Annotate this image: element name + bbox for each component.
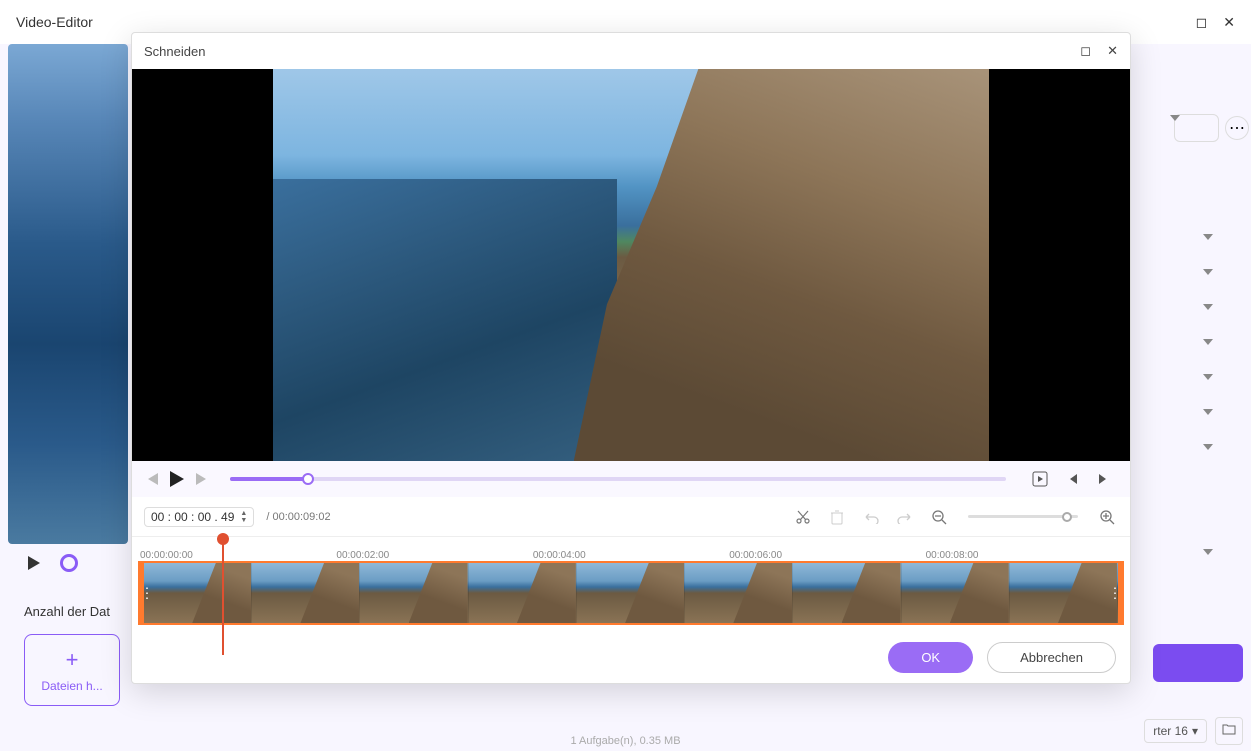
bottom-toolbar: rter 16▾ (1144, 717, 1243, 745)
clip-thumbnail (469, 563, 577, 623)
format-dropdown[interactable]: rter 16▾ (1144, 719, 1207, 743)
chevron-down-icon[interactable] (1203, 304, 1213, 310)
status-bar: 1 Aufgabe(n), 0.35 MB (570, 735, 680, 747)
primary-action-button[interactable] (1153, 644, 1243, 682)
redo-icon (894, 506, 916, 528)
dialog-maximize-icon[interactable]: ◻ (1080, 43, 1091, 59)
plus-icon: + (66, 647, 79, 673)
sidebar-controls (28, 554, 78, 572)
maximize-icon[interactable]: ◻ (1196, 14, 1208, 31)
dialog-footer: OK Abbrechen (132, 631, 1130, 683)
current-time-input[interactable]: 00 : 00 : 00 . 49 ▲▼ (144, 507, 254, 527)
cut-dialog: Schneiden ◻ ✕ 00 : 00 : 00 . 49 ▲▼ / 00:… (131, 32, 1131, 684)
dialog-header: Schneiden ◻ ✕ (132, 33, 1130, 69)
zoom-in-icon[interactable] (1096, 506, 1118, 528)
time-stepper[interactable]: ▲▼ (240, 510, 247, 524)
file-count-label: Anzahl der Dat (24, 604, 110, 619)
chevron-down-icon[interactable] (1203, 409, 1213, 415)
progress-thumb[interactable] (302, 473, 314, 485)
video-preview[interactable] (132, 69, 1130, 461)
total-time-label: / 00:00:09:02 (266, 511, 330, 523)
clip-thumbnail (144, 563, 252, 623)
chevron-down-icon[interactable] (1203, 269, 1213, 275)
zoom-slider[interactable] (968, 515, 1078, 518)
clip-thumbnail (902, 563, 1010, 623)
chevron-down-icon[interactable] (1203, 549, 1213, 555)
dialog-title: Schneiden (144, 44, 205, 59)
clip-thumbnail (360, 563, 468, 623)
video-frame (273, 69, 989, 461)
timeline-area: 00:00:00:00 00:00:02:00 00:00:04:00 00:0… (132, 537, 1130, 631)
clip-thumbnail (685, 563, 793, 623)
cut-icon[interactable] (792, 506, 814, 528)
play-forward-icon[interactable] (1030, 469, 1050, 489)
clip-thumbnail (577, 563, 685, 623)
open-folder-button[interactable] (1215, 717, 1243, 745)
cancel-button[interactable]: Abbrechen (987, 642, 1116, 673)
add-files-label: Dateien h... (41, 679, 102, 693)
add-files-button[interactable]: + Dateien h... (24, 634, 120, 706)
clip-thumbnail (252, 563, 360, 623)
chevron-down-icon[interactable] (1203, 444, 1213, 450)
right-dropdown[interactable] (1174, 114, 1219, 142)
chevron-down-icon (1170, 115, 1180, 121)
prev-frame-icon[interactable] (148, 473, 158, 485)
sidebar-video-thumbnail[interactable] (8, 44, 128, 544)
zoom-thumb[interactable] (1062, 512, 1072, 522)
close-icon[interactable]: ✕ (1223, 14, 1235, 31)
delete-icon (826, 506, 848, 528)
undo-icon (860, 506, 882, 528)
play-icon[interactable] (170, 471, 184, 487)
playback-controls (132, 461, 1130, 497)
chevron-down-icon[interactable] (1203, 374, 1213, 380)
app-title: Video-Editor (16, 14, 93, 30)
next-frame-icon[interactable] (196, 473, 206, 485)
clip-track[interactable] (138, 561, 1124, 625)
timeline-toolbar: 00 : 00 : 00 . 49 ▲▼ / 00:00:09:02 (132, 497, 1130, 537)
chevron-down-icon[interactable] (1203, 339, 1213, 345)
dialog-close-icon[interactable]: ✕ (1107, 43, 1118, 59)
main-window-buttons: ◻ ✕ (1196, 14, 1235, 31)
chevron-down-icon: ▾ (1192, 724, 1198, 738)
zoom-out-icon[interactable] (928, 506, 950, 528)
skip-back-icon[interactable] (1062, 469, 1082, 489)
timeline-ruler[interactable]: 00:00:00:00 00:00:02:00 00:00:04:00 00:0… (132, 537, 1130, 561)
progress-fill (230, 477, 308, 481)
play-icon[interactable] (28, 556, 40, 570)
playhead[interactable] (222, 537, 224, 655)
record-marker-icon[interactable] (60, 554, 78, 572)
more-options-button[interactable]: ⋯ (1225, 116, 1249, 140)
clip-thumbnail (793, 563, 901, 623)
clip-thumbnail (1010, 563, 1118, 623)
chevron-down-icon[interactable] (1203, 234, 1213, 240)
progress-slider[interactable] (230, 477, 1006, 481)
skip-forward-icon[interactable] (1094, 469, 1114, 489)
ok-button[interactable]: OK (888, 642, 973, 673)
